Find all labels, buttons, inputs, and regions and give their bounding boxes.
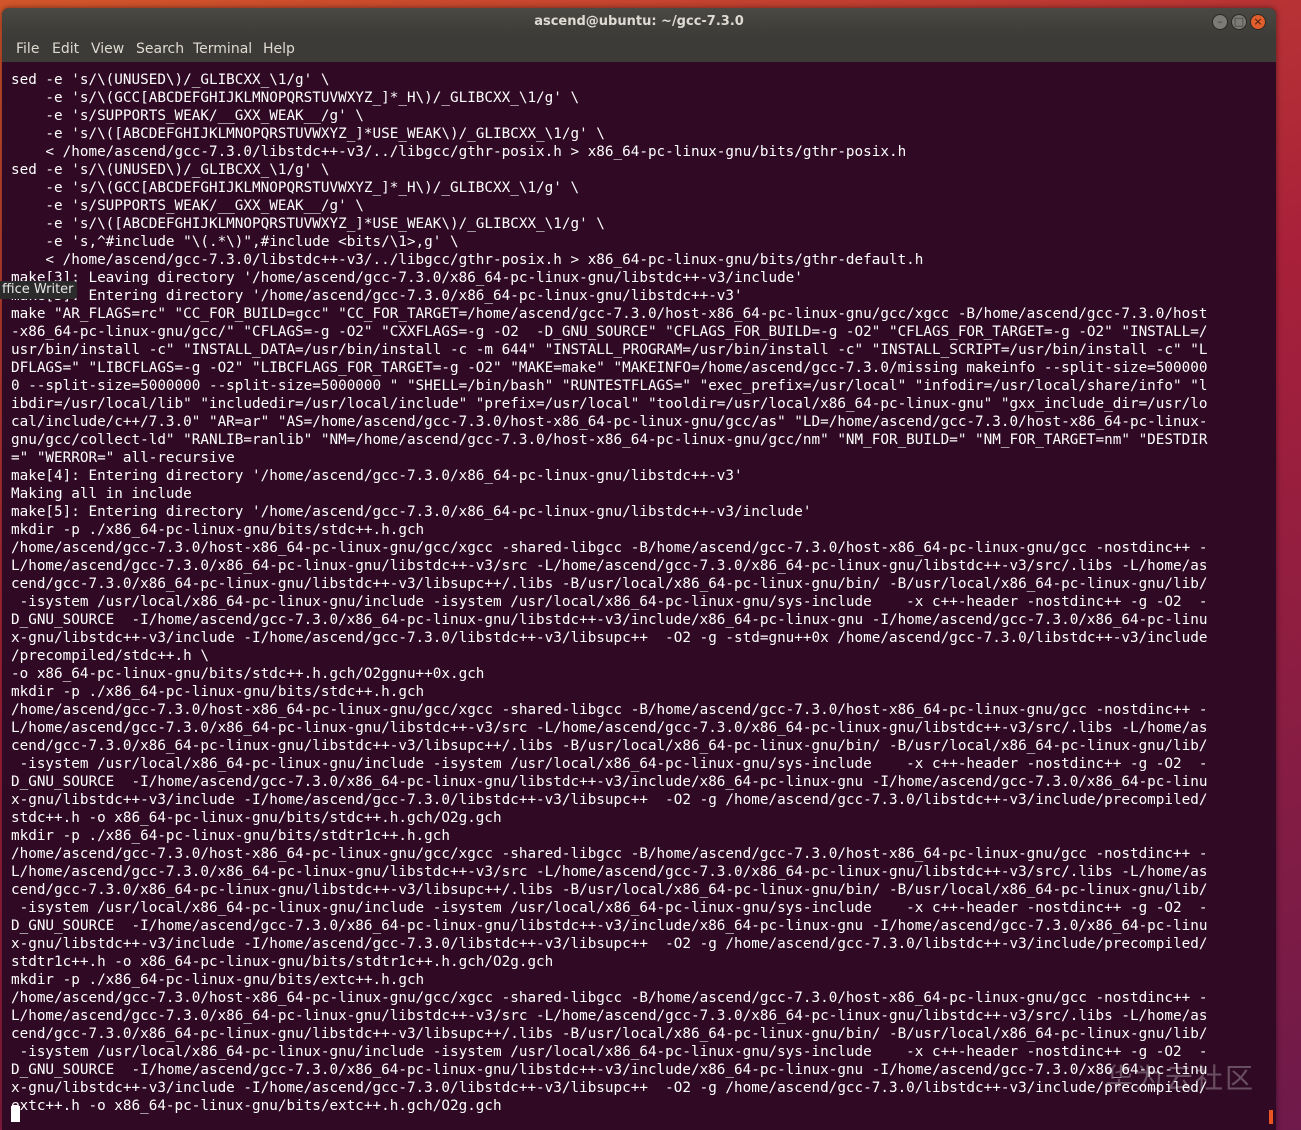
- terminal-line: make[3]: Leaving directory '/home/ascend…: [11, 270, 803, 286]
- text-cursor: [11, 1106, 20, 1122]
- terminal-line: /home/ascend/gcc-7.3.0/host-x86_64-pc-li…: [11, 702, 1208, 718]
- title-bar[interactable]: ascend@ubuntu: ~/gcc-7.3.0 – □ ×: [2, 8, 1276, 36]
- terminal-line: -x86_64-pc-linux-gnu/gcc/" "CFLAGS=-g -O…: [11, 324, 1208, 340]
- terminal-line: usr/bin/install -c" "INSTALL_DATA=/usr/b…: [11, 342, 1208, 358]
- menu-edit[interactable]: Edit: [52, 36, 79, 62]
- terminal-line: L/home/ascend/gcc-7.3.0/x86_64-pc-linux-…: [11, 1008, 1208, 1024]
- watermark-text: 华为云社区: [1105, 1062, 1256, 1095]
- terminal-line: D_GNU_SOURCE -I/home/ascend/gcc-7.3.0/x8…: [11, 1062, 1208, 1078]
- terminal-line: sed -e 's/\(UNUSED\)/_GLIBCXX_\1/g' \: [11, 162, 330, 178]
- terminal-line: extc++.h -o x86_64-pc-linux-gnu/bits/ext…: [11, 1098, 502, 1114]
- terminal-window: ascend@ubuntu: ~/gcc-7.3.0 – □ × File Ed…: [2, 8, 1276, 1130]
- terminal-line: cend/gcc-7.3.0/x86_64-pc-linux-gnu/libst…: [11, 882, 1208, 898]
- terminal-line: /home/ascend/gcc-7.3.0/host-x86_64-pc-li…: [11, 846, 1208, 862]
- close-button[interactable]: ×: [1250, 14, 1266, 30]
- terminal-line: -o x86_64-pc-linux-gnu/bits/stdc++.h.gch…: [11, 666, 485, 682]
- terminal-line: make[4]: Entering directory '/home/ascen…: [11, 468, 743, 484]
- terminal-line: sed -e 's/\(UNUSED\)/_GLIBCXX_\1/g' \: [11, 72, 330, 88]
- menu-terminal[interactable]: Terminal: [193, 36, 252, 62]
- terminal-line: L/home/ascend/gcc-7.3.0/x86_64-pc-linux-…: [11, 864, 1208, 880]
- terminal-line: -e 's/\(GCC[ABCDEFGHIJKLMNOPQRSTUVWXYZ_]…: [11, 90, 580, 106]
- terminal-line: -e 's,^#include "\(.*\)",#include <bits/…: [11, 234, 459, 250]
- terminal-line: -isystem /usr/local/x86_64-pc-linux-gnu/…: [11, 900, 1208, 916]
- terminal-output: sed -e 's/\(UNUSED\)/_GLIBCXX_\1/g' \ -e…: [11, 71, 1207, 1115]
- terminal-line: -isystem /usr/local/x86_64-pc-linux-gnu/…: [11, 1044, 1208, 1060]
- terminal-line: =" "WERROR=" all-recursive: [11, 450, 235, 466]
- terminal-line: cend/gcc-7.3.0/x86_64-pc-linux-gnu/libst…: [11, 738, 1208, 754]
- terminal-line: make[5]: Entering directory '/home/ascen…: [11, 504, 812, 520]
- terminal-line: /home/ascend/gcc-7.3.0/host-x86_64-pc-li…: [11, 540, 1208, 556]
- terminal-line: x-gnu/libstdc++-v3/include -I/home/ascen…: [11, 792, 1208, 808]
- menu-search[interactable]: Search: [136, 36, 184, 62]
- terminal-line: cal/include/c++/7.3.0" "AR=ar" "AS=/home…: [11, 414, 1208, 430]
- menu-bar: File Edit View Search Terminal Help: [2, 36, 1276, 62]
- maximize-button[interactable]: □: [1231, 14, 1247, 30]
- terminal-line: mkdir -p ./x86_64-pc-linux-gnu/bits/stdt…: [11, 828, 450, 844]
- terminal-line: x-gnu/libstdc++-v3/include -I/home/ascen…: [11, 936, 1208, 952]
- terminal-line: < /home/ascend/gcc-7.3.0/libstdc++-v3/..…: [11, 144, 907, 160]
- terminal-line: -e 's/\([ABCDEFGHIJKLMNOPQRSTUVWXYZ_]*US…: [11, 126, 605, 142]
- window-title: ascend@ubuntu: ~/gcc-7.3.0: [534, 14, 744, 29]
- terminal-line: L/home/ascend/gcc-7.3.0/x86_64-pc-linux-…: [11, 558, 1208, 574]
- terminal-line: DFLAGS=" "LIBCFLAGS=-g -O2" "LIBCFLAGS_F…: [11, 360, 1208, 376]
- terminal-area[interactable]: sed -e 's/\(UNUSED\)/_GLIBCXX_\1/g' \ -e…: [2, 62, 1276, 1130]
- terminal-line: mkdir -p ./x86_64-pc-linux-gnu/bits/stdc…: [11, 684, 425, 700]
- terminal-line: cend/gcc-7.3.0/x86_64-pc-linux-gnu/libst…: [11, 1026, 1208, 1042]
- terminal-line: x-gnu/libstdc++-v3/include -I/home/ascen…: [11, 1080, 1208, 1096]
- terminal-line: D_GNU_SOURCE -I/home/ascend/gcc-7.3.0/x8…: [11, 774, 1208, 790]
- terminal-line: < /home/ascend/gcc-7.3.0/libstdc++-v3/..…: [11, 252, 924, 268]
- minimize-button[interactable]: –: [1212, 14, 1228, 30]
- terminal-line: -isystem /usr/local/x86_64-pc-linux-gnu/…: [11, 594, 1208, 610]
- menu-help[interactable]: Help: [263, 36, 295, 62]
- scrollbar-indicator[interactable]: [1269, 1110, 1273, 1124]
- terminal-line: ibdir=/usr/local/lib" "includedir=/usr/l…: [11, 396, 1208, 412]
- terminal-line: mkdir -p ./x86_64-pc-linux-gnu/bits/extc…: [11, 972, 425, 988]
- terminal-line: D_GNU_SOURCE -I/home/ascend/gcc-7.3.0/x8…: [11, 918, 1208, 934]
- terminal-line: -isystem /usr/local/x86_64-pc-linux-gnu/…: [11, 756, 1208, 772]
- terminal-line: mkdir -p ./x86_64-pc-linux-gnu/bits/stdc…: [11, 522, 425, 538]
- terminal-line: x-gnu/libstdc++-v3/include -I/home/ascen…: [11, 630, 1208, 646]
- terminal-line: L/home/ascend/gcc-7.3.0/x86_64-pc-linux-…: [11, 720, 1208, 736]
- terminal-line: -e 's/SUPPORTS_WEAK/__GXX_WEAK__/g' \: [11, 198, 364, 214]
- terminal-line: make "AR_FLAGS=rc" "CC_FOR_BUILD=gcc" "C…: [11, 306, 1208, 322]
- terminal-line: stdtr1c++.h -o x86_64-pc-linux-gnu/bits/…: [11, 954, 554, 970]
- terminal-line: -e 's/\(GCC[ABCDEFGHIJKLMNOPQRSTUVWXYZ_]…: [11, 180, 580, 196]
- menu-view[interactable]: View: [91, 36, 124, 62]
- launcher-tooltip: ffice Writer: [0, 281, 77, 299]
- terminal-line: D_GNU_SOURCE -I/home/ascend/gcc-7.3.0/x8…: [11, 612, 1208, 628]
- terminal-line: Making all in include: [11, 486, 192, 502]
- menu-file[interactable]: File: [16, 36, 39, 62]
- terminal-line: /home/ascend/gcc-7.3.0/host-x86_64-pc-li…: [11, 990, 1208, 1006]
- terminal-line: make[3]: Entering directory '/home/ascen…: [11, 288, 743, 304]
- terminal-line: /precompiled/stdc++.h \: [11, 648, 209, 664]
- terminal-line: 0 --split-size=5000000 --split-size=5000…: [11, 378, 1208, 394]
- terminal-line: gnu/gcc/collect-ld" "RANLIB=ranlib" "NM=…: [11, 432, 1208, 448]
- terminal-line: -e 's/\([ABCDEFGHIJKLMNOPQRSTUVWXYZ_]*US…: [11, 216, 605, 232]
- terminal-line: stdc++.h -o x86_64-pc-linux-gnu/bits/std…: [11, 810, 502, 826]
- terminal-line: -e 's/SUPPORTS_WEAK/__GXX_WEAK__/g' \: [11, 108, 364, 124]
- terminal-line: cend/gcc-7.3.0/x86_64-pc-linux-gnu/libst…: [11, 576, 1208, 592]
